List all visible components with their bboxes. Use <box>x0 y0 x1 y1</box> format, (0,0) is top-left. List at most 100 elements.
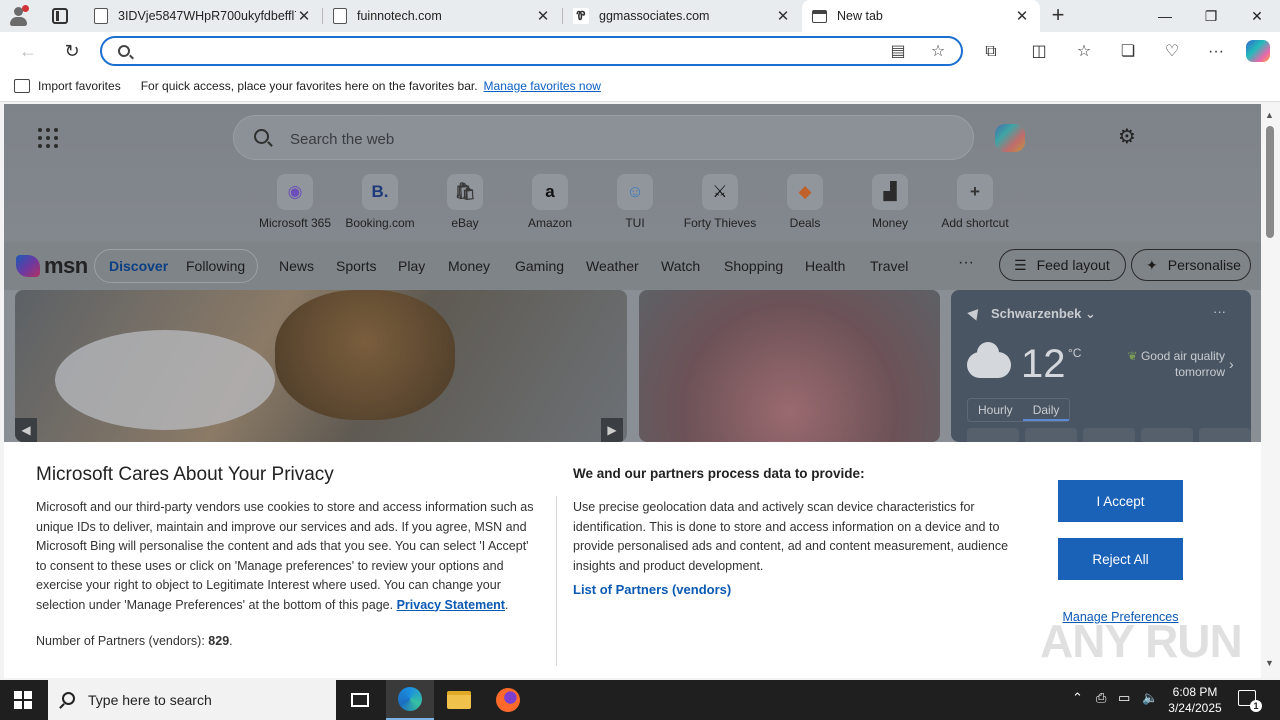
copilot-icon[interactable] <box>995 124 1025 152</box>
volume-icon[interactable]: 🔈 <box>1142 690 1158 706</box>
close-icon[interactable]: ✕ <box>775 7 791 25</box>
nav-more-button[interactable]: ··· <box>958 254 974 272</box>
search-icon <box>118 45 130 57</box>
weather-location[interactable]: Schwarzenbek ⌄ <box>967 305 1096 322</box>
nav-sports[interactable]: Sports <box>336 258 376 274</box>
tab-title: fuinnotech.com <box>357 9 442 23</box>
refresh-button[interactable]: ↻ <box>60 39 84 63</box>
scroll-thumb[interactable] <box>1266 126 1274 238</box>
split-screen-icon[interactable]: ◫ <box>1028 41 1050 63</box>
news-card[interactable] <box>639 290 940 442</box>
chevron-right-icon[interactable]: › <box>1229 356 1234 372</box>
minimize-button[interactable]: — <box>1142 0 1188 32</box>
back-button[interactable]: ← <box>16 39 40 63</box>
system-clock[interactable]: 6:08 PM 3/24/2025 <box>1164 684 1226 716</box>
tab-4-active[interactable]: New tab ✕ <box>802 0 1040 32</box>
personalise-button[interactable]: ✦ Personalise <box>1131 249 1251 281</box>
gear-icon[interactable]: ⚙ <box>1116 126 1138 148</box>
shortcut-add-shortcut[interactable]: + Add shortcut <box>932 174 1018 230</box>
nav-watch[interactable]: Watch <box>661 258 700 274</box>
nav-health[interactable]: Health <box>805 258 845 274</box>
address-input[interactable] <box>142 42 842 60</box>
immersive-reader-icon[interactable]: ▤ <box>888 42 908 62</box>
profile-icon[interactable] <box>8 5 30 27</box>
badge-icon: ✦ <box>1146 256 1158 273</box>
task-view-button[interactable] <box>336 680 384 720</box>
shortcut-microsoft-365[interactable]: ◉ Microsoft 365 <box>252 174 338 230</box>
settings-more-icon[interactable]: ··· <box>1205 41 1227 63</box>
air-quality[interactable]: ❦ Good air quality tomorrow <box>1115 348 1225 380</box>
msn-logo[interactable]: msn <box>16 252 88 280</box>
weather-more-button[interactable]: ··· <box>1213 304 1226 319</box>
scroll-down-icon[interactable]: ▼ <box>1265 658 1274 668</box>
firefox-button[interactable] <box>484 680 532 720</box>
nav-news[interactable]: News <box>279 258 314 274</box>
tab-daily[interactable]: Daily <box>1022 399 1070 421</box>
tab-3[interactable]: Ꮘ ggmassociates.com ✕ <box>563 0 801 32</box>
feed-layout-button[interactable]: ☰ Feed layout <box>999 249 1126 281</box>
tab-title: 3IDVje5847WHpR700ukyfdbeffl70 <box>118 9 296 23</box>
network-icon[interactable]: ▭ <box>1118 690 1130 706</box>
carousel-next-button[interactable]: ▶ <box>601 418 623 442</box>
shortcut-amazon[interactable]: a Amazon <box>507 174 593 230</box>
taskbar-search-input[interactable] <box>88 690 328 710</box>
app-launcher-icon[interactable] <box>38 128 58 148</box>
pill-following[interactable]: Following <box>186 258 245 274</box>
nav-shopping[interactable]: Shopping <box>724 258 783 274</box>
device-icon[interactable]: ⎙ <box>1096 690 1106 706</box>
nav-money[interactable]: Money <box>448 258 490 274</box>
manage-favorites-link[interactable]: Manage favorites now <box>484 79 601 93</box>
shortcut-label: Add shortcut <box>941 216 1009 230</box>
hero-news-card[interactable]: ◀ ▶ <box>15 290 627 442</box>
nav-gaming[interactable]: Gaming <box>515 258 564 274</box>
shortcut-tui[interactable]: ☺ TUI <box>592 174 678 230</box>
privacy-statement-link[interactable]: Privacy Statement <box>397 598 505 612</box>
extensions-icon[interactable]: ⧉ <box>980 41 1002 63</box>
pill-discover[interactable]: Discover <box>109 258 168 274</box>
favorites-icon[interactable]: ☆ <box>1073 41 1095 63</box>
shortcut-ebay[interactable]: 🛍 eBay <box>422 174 508 230</box>
copilot-icon[interactable] <box>1246 40 1270 62</box>
reject-all-button[interactable]: Reject All <box>1058 538 1183 580</box>
browser-toolbar: ← ↻ ▤ ☆ ⧉ ◫ ☆ ❏ ♡ ··· <box>0 32 1280 70</box>
close-icon[interactable]: ✕ <box>1014 7 1030 25</box>
vertical-scrollbar[interactable]: ▲ ▼ <box>1261 104 1280 678</box>
nav-weather[interactable]: Weather <box>586 258 639 274</box>
tab-hourly[interactable]: Hourly <box>968 399 1023 421</box>
web-search-input[interactable] <box>290 129 890 149</box>
chevron-up-icon[interactable]: ⌃ <box>1072 690 1083 706</box>
scroll-up-icon[interactable]: ▲ <box>1265 110 1274 120</box>
accept-button[interactable]: I Accept <box>1058 480 1183 522</box>
shortcut-booking-com[interactable]: B. Booking.com <box>337 174 423 230</box>
shortcut-forty-thieves[interactable]: ⚔ Forty Thieves <box>677 174 763 230</box>
taskbar-search[interactable] <box>48 680 336 720</box>
web-search-box[interactable] <box>233 115 974 160</box>
windows-start-icon[interactable] <box>14 691 32 709</box>
shortcut-deals[interactable]: ◆ Deals <box>762 174 848 230</box>
nav-travel[interactable]: Travel <box>870 258 908 274</box>
shortcut-icon: ◉ <box>277 174 313 210</box>
restore-button[interactable]: ❐ <box>1188 0 1234 32</box>
address-bar[interactable]: ▤ ☆ <box>100 36 963 66</box>
tab-2[interactable]: fuinnotech.com ✕ <box>323 0 561 32</box>
weather-card[interactable]: Schwarzenbek ⌄ ··· 12 °C ❦ Good air qual… <box>951 290 1251 448</box>
favorites-bar: Import favorites For quick access, place… <box>0 70 1280 102</box>
firefox-icon <box>496 688 520 712</box>
favorite-star-icon[interactable]: ☆ <box>928 42 948 62</box>
close-icon[interactable]: ✕ <box>296 7 312 25</box>
collections-icon[interactable]: ❏ <box>1117 41 1139 63</box>
notification-badge: 1 <box>1250 700 1262 712</box>
import-favorites-button[interactable]: Import favorites <box>38 79 121 93</box>
tab-actions-icon[interactable] <box>52 8 68 24</box>
file-explorer-button[interactable] <box>435 680 483 720</box>
close-icon[interactable]: ✕ <box>535 7 551 25</box>
carousel-prev-button[interactable]: ◀ <box>15 418 37 442</box>
edge-taskbar-button[interactable] <box>386 680 434 720</box>
partners-list-link[interactable]: List of Partners (vendors) <box>573 582 731 597</box>
browser-essentials-icon[interactable]: ♡ <box>1161 41 1183 63</box>
new-tab-button[interactable]: + <box>1046 4 1070 28</box>
close-window-button[interactable]: ✕ <box>1234 0 1280 32</box>
shortcut-money[interactable]: ▟ Money <box>847 174 933 230</box>
nav-play[interactable]: Play <box>398 258 425 274</box>
tab-1[interactable]: 3IDVje5847WHpR700ukyfdbeffl70 ✕ <box>84 0 322 32</box>
